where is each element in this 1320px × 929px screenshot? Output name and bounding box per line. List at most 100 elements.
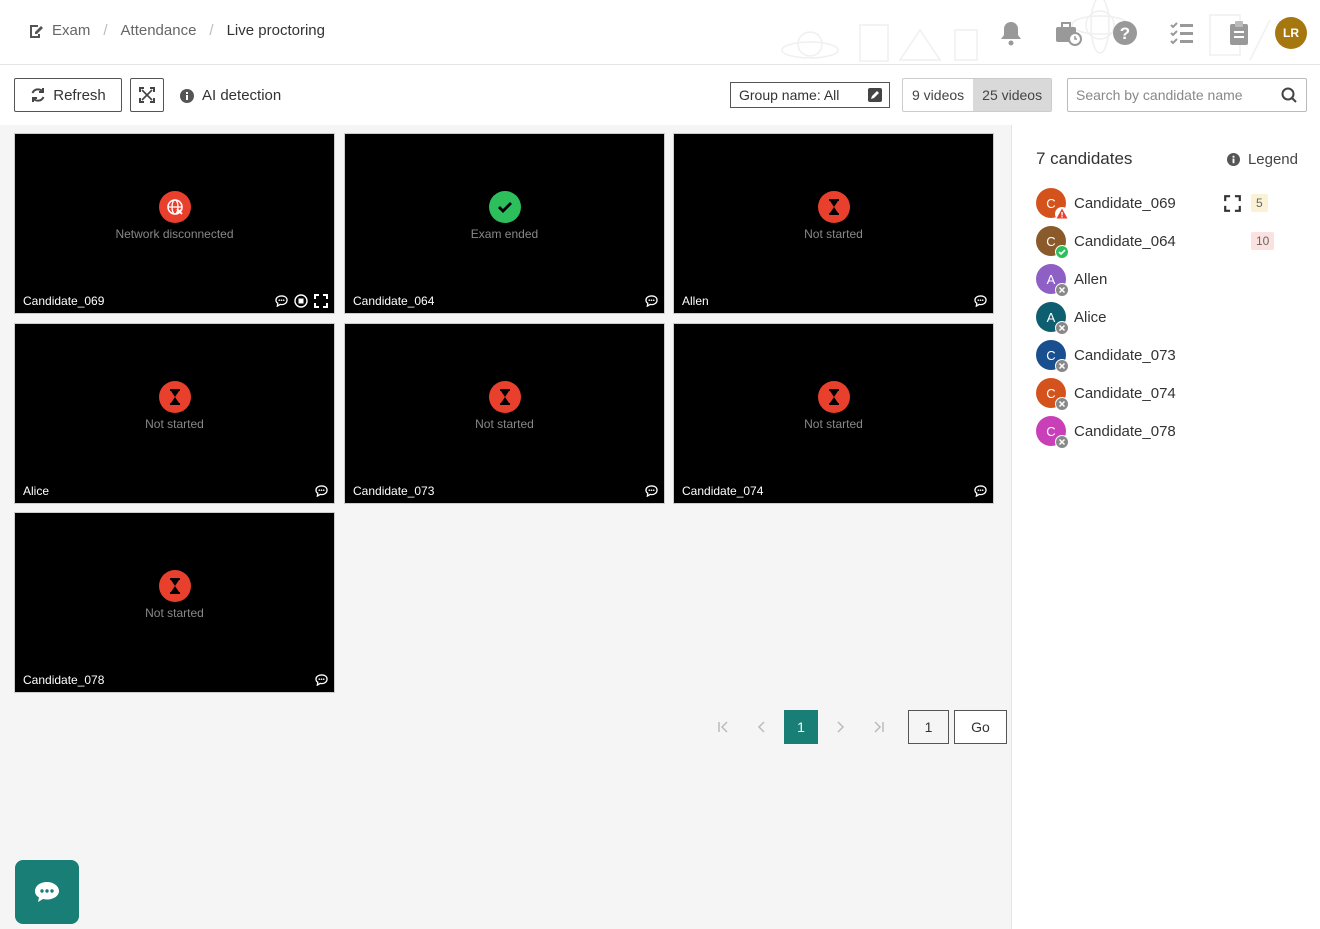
- nine-videos-option[interactable]: 9 videos: [903, 79, 973, 111]
- breadcrumb: Exam / Attendance / Live proctoring: [28, 22, 325, 39]
- candidate-name: Candidate_078: [1074, 422, 1176, 440]
- candidate-search: [1067, 78, 1307, 112]
- expand-icon[interactable]: [314, 294, 328, 313]
- tile-candidate-name: Candidate_069: [23, 294, 105, 308]
- video-tile[interactable]: Not started Candidate_078: [14, 512, 335, 693]
- tile-candidate-name: Candidate_074: [682, 484, 764, 498]
- chat-icon[interactable]: [974, 294, 987, 312]
- search-input[interactable]: [1068, 79, 1268, 111]
- expand-icon[interactable]: [1224, 195, 1241, 217]
- check-icon: [489, 191, 521, 223]
- svg-text:?: ?: [1120, 24, 1130, 43]
- exam-icon: [30, 24, 43, 38]
- candidate-name: Candidate_064: [1074, 232, 1176, 250]
- checklist-icon[interactable]: [1164, 15, 1200, 51]
- go-button[interactable]: Go: [954, 710, 1007, 744]
- tile-candidate-name: Candidate_078: [23, 673, 105, 687]
- tile-tools: [645, 294, 658, 312]
- network-disconnected-icon: [159, 191, 191, 223]
- chat-icon[interactable]: [315, 673, 328, 691]
- hourglass-icon: [818, 381, 850, 413]
- candidate-row[interactable]: A Alice: [1036, 301, 1306, 335]
- fullscreen-button[interactable]: [130, 78, 164, 112]
- notifications-bell-icon[interactable]: [993, 15, 1029, 51]
- chat-icon[interactable]: [645, 294, 658, 312]
- avatar: C: [1036, 188, 1069, 221]
- stop-icon[interactable]: [294, 294, 308, 313]
- avatar: C: [1036, 340, 1069, 373]
- briefcase-clock-icon[interactable]: [1050, 15, 1086, 51]
- tile-candidate-name: Alice: [23, 484, 50, 498]
- chat-icon[interactable]: [275, 294, 288, 313]
- twenty-five-videos-option[interactable]: 25 videos: [973, 79, 1052, 111]
- video-tile[interactable]: Not started Alice: [14, 323, 335, 504]
- chat-button[interactable]: [15, 860, 79, 924]
- tile-tools: [974, 294, 987, 312]
- refresh-button[interactable]: Refresh: [14, 78, 122, 112]
- prev-page-icon[interactable]: [746, 710, 776, 744]
- candidate-row[interactable]: A Allen: [1036, 263, 1306, 297]
- header-actions: ? LR: [972, 0, 1320, 65]
- page-button-current[interactable]: 1: [784, 710, 818, 744]
- hourglass-icon: [818, 191, 850, 223]
- last-page-icon[interactable]: [864, 710, 894, 744]
- candidate-row[interactable]: C Candidate_064 10: [1036, 225, 1306, 259]
- group-name-select[interactable]: Group name: All: [730, 82, 890, 108]
- top-header: Exam / Attendance / Live proctoring ? LR: [0, 0, 1320, 65]
- refresh-icon: [31, 88, 45, 102]
- user-avatar[interactable]: LR: [1275, 16, 1307, 49]
- candidate-row[interactable]: C Candidate_078: [1036, 415, 1306, 449]
- legend-button[interactable]: Legend: [1226, 151, 1298, 168]
- ai-detection-toggle[interactable]: AI detection: [180, 87, 281, 104]
- tile-tools: [974, 484, 987, 502]
- search-icon[interactable]: [1281, 87, 1297, 103]
- refresh-label: Refresh: [53, 86, 106, 104]
- group-name-value: Group name: All: [739, 87, 840, 103]
- avatar: A: [1036, 302, 1069, 335]
- breadcrumb-separator: /: [209, 22, 214, 39]
- legend-label: Legend: [1247, 151, 1298, 168]
- candidate-row[interactable]: C Candidate_069 5: [1036, 187, 1306, 221]
- video-tile[interactable]: Exam ended Candidate_064: [344, 133, 665, 314]
- candidate-panel: 7 candidates Legend C Candidate_069 5 C …: [1011, 125, 1320, 929]
- avatar: A: [1036, 264, 1069, 297]
- video-tile[interactable]: Not started Candidate_073: [344, 323, 665, 504]
- alert-count-badge: 5: [1251, 194, 1268, 212]
- alert-count-badge: 10: [1251, 232, 1275, 250]
- breadcrumb-separator: /: [103, 22, 108, 39]
- tile-candidate-name: Candidate_073: [353, 484, 435, 498]
- help-icon[interactable]: ?: [1107, 15, 1143, 51]
- video-tile[interactable]: Not started Allen: [673, 133, 994, 314]
- breadcrumb-current: Live proctoring: [226, 22, 325, 39]
- candidate-row[interactable]: C Candidate_073: [1036, 339, 1306, 373]
- avatar: C: [1036, 378, 1069, 411]
- ai-detection-label: AI detection: [202, 87, 282, 104]
- tile-status: Network disconnected: [115, 227, 234, 241]
- video-tile[interactable]: Network disconnected Candidate_069: [14, 133, 335, 314]
- tile-candidate-name: Allen: [682, 294, 709, 308]
- tile-status: Not started: [804, 227, 863, 241]
- page-number-input[interactable]: 1: [908, 710, 949, 744]
- clipboard-icon[interactable]: [1221, 15, 1257, 51]
- candidate-row[interactable]: C Candidate_074: [1036, 377, 1306, 411]
- candidate-count-title: 7 candidates: [1036, 149, 1133, 168]
- chat-icon[interactable]: [974, 484, 987, 502]
- tile-tools: [315, 484, 328, 502]
- tile-status: Not started: [145, 606, 204, 620]
- chat-icon[interactable]: [315, 484, 328, 502]
- candidate-name: Candidate_073: [1074, 346, 1176, 364]
- breadcrumb-exam[interactable]: Exam: [52, 22, 90, 39]
- tile-status: Not started: [145, 417, 204, 431]
- fullscreen-icon: [139, 87, 155, 103]
- breadcrumb-attendance[interactable]: Attendance: [121, 22, 197, 39]
- next-page-icon[interactable]: [826, 710, 856, 744]
- chat-icon[interactable]: [645, 484, 658, 502]
- tile-candidate-name: Candidate_064: [353, 294, 435, 308]
- candidate-name: Alice: [1074, 308, 1107, 326]
- candidate-name: Allen: [1074, 270, 1108, 288]
- info-icon: [1226, 153, 1240, 166]
- first-page-icon[interactable]: [708, 710, 738, 744]
- video-tile[interactable]: Not started Candidate_074: [673, 323, 994, 504]
- tile-tools: [275, 294, 328, 313]
- info-icon: [180, 88, 194, 103]
